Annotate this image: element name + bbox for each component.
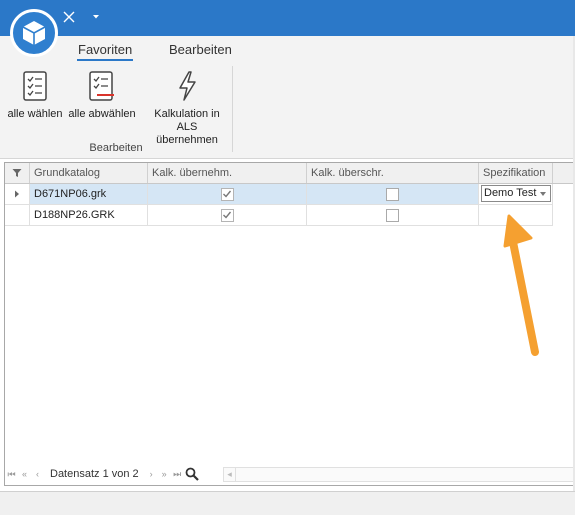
- tab-bearbeiten[interactable]: Bearbeiten: [169, 42, 232, 57]
- deselect-all-label: alle abwählen: [68, 108, 136, 120]
- spezifikation-dropdown[interactable]: Demo Test: [481, 185, 551, 202]
- scroll-left-icon[interactable]: ◂: [224, 468, 236, 481]
- record-position-text: Datensatz 1 von 2: [50, 468, 139, 480]
- cell-spezifikation[interactable]: Demo Test: [479, 184, 553, 204]
- row-indicator-icon: [5, 184, 30, 204]
- checkbox-kalk-uebernehm[interactable]: [220, 208, 234, 222]
- checklist-icon: [22, 68, 48, 102]
- cube-icon[interactable]: [10, 9, 58, 57]
- spezifikation-value: Demo Test: [484, 187, 537, 199]
- cell-spezifikation[interactable]: [479, 205, 553, 225]
- checkbox-kalk-ueberschr[interactable]: [386, 187, 399, 201]
- select-all-label: alle wählen: [7, 108, 63, 120]
- last-record-button[interactable]: ⏭: [171, 469, 184, 480]
- lightning-icon: [176, 68, 198, 102]
- close-icon[interactable]: [60, 8, 78, 26]
- previous-page-button[interactable]: «: [18, 469, 31, 479]
- row-indicator: [5, 205, 30, 225]
- filter-icon[interactable]: [5, 163, 30, 183]
- chevron-down-icon[interactable]: [90, 11, 102, 23]
- chevron-down-icon[interactable]: [540, 192, 546, 196]
- cell-kalk-uebernehm[interactable]: [148, 205, 307, 225]
- cell-grundkatalog[interactable]: D188NP26.GRK: [30, 205, 148, 225]
- apply-calculation-button[interactable]: Kalkulation in ALS übernehmen: [146, 68, 228, 147]
- ribbon: Favoriten Bearbeiten alle wählen alle ab…: [0, 36, 575, 159]
- grid-header: Grundkatalog Kalk. übernehm. Kalk. übers…: [5, 163, 575, 184]
- cell-kalk-ueberschr[interactable]: [307, 184, 479, 204]
- title-bar: [0, 0, 575, 36]
- ribbon-group-label: Bearbeiten: [89, 142, 143, 154]
- checkbox-kalk-ueberschr[interactable]: [386, 208, 399, 222]
- previous-record-button[interactable]: ‹: [31, 469, 44, 479]
- next-record-button[interactable]: ›: [145, 469, 158, 479]
- ribbon-group-separator: [232, 66, 233, 152]
- table-row[interactable]: D671NP06.grk Demo Test: [5, 184, 553, 205]
- deselect-all-button[interactable]: alle abwählen: [68, 68, 136, 121]
- tab-favoriten[interactable]: Favoriten: [76, 42, 134, 61]
- horizontal-scrollbar[interactable]: ◂: [223, 467, 575, 482]
- column-header-kalk-uebernehm[interactable]: Kalk. übernehm.: [148, 163, 307, 183]
- column-header-spezifikation[interactable]: Spezifikation: [479, 163, 553, 183]
- status-bar: [0, 491, 575, 515]
- catalog-grid: Grundkatalog Kalk. übernehm. Kalk. übers…: [4, 162, 575, 486]
- cell-kalk-ueberschr[interactable]: [307, 205, 479, 225]
- checkbox-kalk-uebernehm[interactable]: [220, 187, 234, 201]
- record-navigator: ⏮ « ‹ Datensatz 1 von 2 › » ⏭: [5, 465, 200, 483]
- column-header-empty: [553, 163, 575, 183]
- search-icon[interactable]: [184, 466, 200, 482]
- column-header-grundkatalog[interactable]: Grundkatalog: [30, 163, 148, 183]
- table-row[interactable]: D188NP26.GRK: [5, 205, 553, 226]
- column-header-kalk-ueberschr[interactable]: Kalk. überschr.: [307, 163, 479, 183]
- next-page-button[interactable]: »: [158, 469, 171, 479]
- cell-grundkatalog[interactable]: D671NP06.grk: [30, 184, 148, 204]
- select-all-button[interactable]: alle wählen: [4, 68, 66, 121]
- first-record-button[interactable]: ⏮: [5, 469, 18, 480]
- checklist-clear-icon: [88, 68, 116, 102]
- cell-kalk-uebernehm[interactable]: [148, 184, 307, 204]
